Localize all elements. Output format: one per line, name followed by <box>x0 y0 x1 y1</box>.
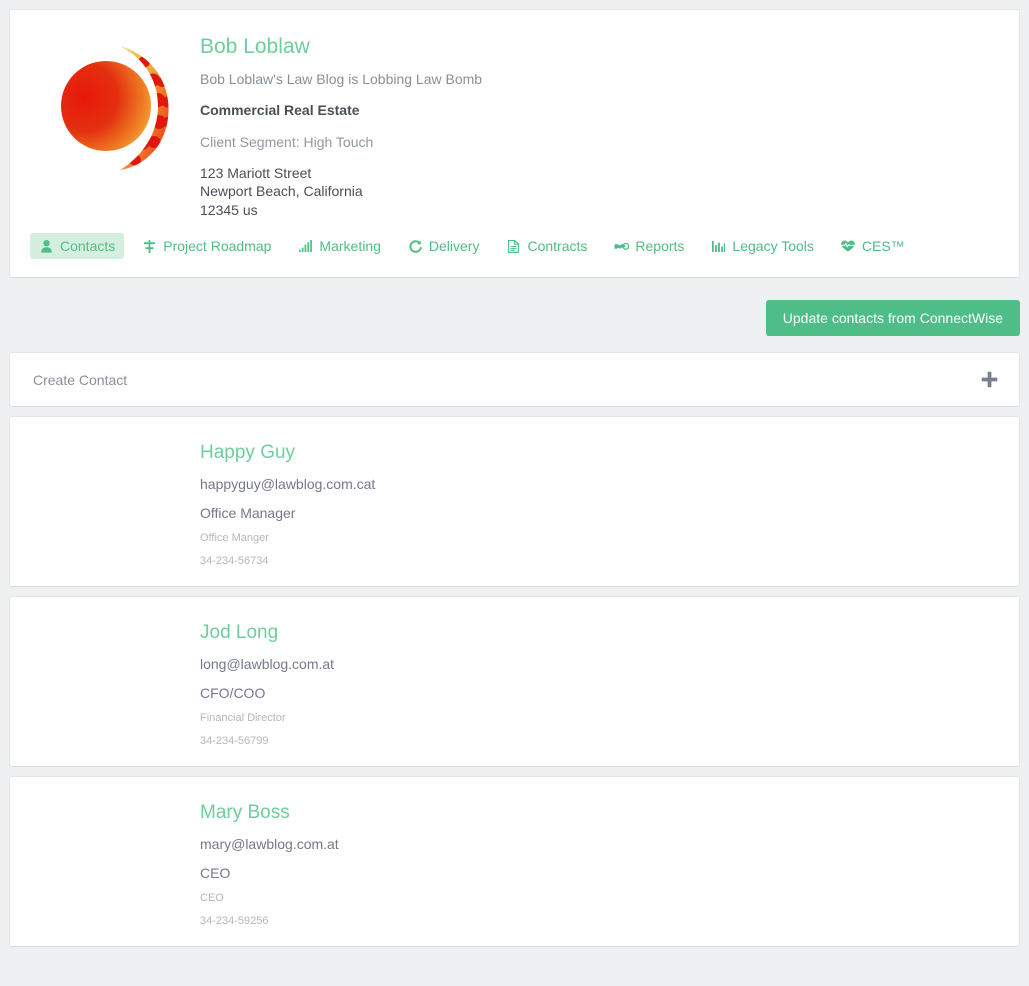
tab-label: Delivery <box>428 238 480 255</box>
tab-ces[interactable]: CES™ <box>832 233 914 259</box>
sitemap-icon <box>142 239 157 253</box>
tab-project-roadmap[interactable]: Project Roadmap <box>133 233 280 259</box>
action-row: Update contacts from ConnectWise <box>0 278 1029 352</box>
company-sphere-logo <box>60 46 169 170</box>
contact-info: Jod Long long@lawblog.com.at CFO/COO Fin… <box>200 620 999 748</box>
create-contact-label: Create Contact <box>33 371 128 388</box>
section-tabs: Contacts Project Roadmap Marketing Deliv… <box>10 219 1019 277</box>
plus-icon[interactable] <box>981 371 998 388</box>
signal-icon <box>298 239 313 253</box>
handshake-icon <box>614 239 630 253</box>
contact-phone: 34-234-59256 <box>200 914 269 927</box>
tab-marketing[interactable]: Marketing <box>289 233 389 259</box>
company-tagline: Bob Loblaw's Law Blog is Lobbing Law Bom… <box>200 71 483 88</box>
create-contact-panel[interactable]: Create Contact <box>9 352 1020 408</box>
contact-phone: 34-234-56734 <box>200 554 269 567</box>
tab-label: Legacy Tools <box>732 238 814 255</box>
contact-info: Mary Boss mary@lawblog.com.at CEO CEO 34… <box>200 800 999 928</box>
contact-card[interactable]: Happy Guy happyguy@lawblog.com.cat Offic… <box>9 416 1020 588</box>
tab-contracts[interactable]: Contracts <box>497 233 596 259</box>
address-line-1: 123 Mariott Street <box>200 164 312 181</box>
contact-title: CFO/COO <box>200 685 266 702</box>
user-icon <box>39 239 54 253</box>
company-logo-container <box>30 32 200 172</box>
contacts-page: Bob Loblaw Bob Loblaw's Law Blog is Lobb… <box>0 9 1029 948</box>
tab-label: Reports <box>635 238 685 255</box>
contact-title: CEO <box>200 865 231 882</box>
contact-email: mary@lawblog.com.at <box>200 835 339 852</box>
tab-label: Contracts <box>527 238 588 255</box>
tab-legacy-tools[interactable]: Legacy Tools <box>702 233 822 259</box>
contact-subtitle: Office Manger <box>200 532 269 545</box>
contact-card[interactable]: Mary Boss mary@lawblog.com.at CEO CEO 34… <box>9 776 1020 948</box>
contact-info: Happy Guy happyguy@lawblog.com.cat Offic… <box>200 440 999 568</box>
heartbeat-icon <box>841 239 856 253</box>
file-text-icon <box>506 239 521 253</box>
company-name: Bob Loblaw <box>200 35 310 58</box>
bar-chart-icon <box>711 239 726 253</box>
tab-delivery[interactable]: Delivery <box>399 233 489 259</box>
contact-name: Mary Boss <box>200 802 290 824</box>
tab-label: Project Roadmap <box>163 238 272 255</box>
tab-contacts[interactable]: Contacts <box>30 233 125 260</box>
tab-reports[interactable]: Reports <box>605 233 693 259</box>
update-contacts-button[interactable]: Update contacts from ConnectWise <box>765 300 1020 337</box>
company-header-card: Bob Loblaw Bob Loblaw's Law Blog is Lobb… <box>9 9 1020 279</box>
contact-name: Happy Guy <box>200 442 296 464</box>
contact-title: Office Manager <box>200 505 296 522</box>
contact-subtitle: CEO <box>200 892 224 905</box>
contact-email: happyguy@lawblog.com.cat <box>200 475 376 492</box>
contact-subtitle: Financial Director <box>200 712 286 725</box>
company-address: 123 Mariott Street Newport Beach, Califo… <box>200 164 999 219</box>
contact-name: Jod Long <box>200 622 279 644</box>
address-line-2: Newport Beach, California <box>200 183 363 200</box>
contact-card[interactable]: Jod Long long@lawblog.com.at CFO/COO Fin… <box>9 596 1020 768</box>
address-line-3: 12345 us <box>200 201 258 218</box>
tab-label: CES™ <box>861 238 905 255</box>
refresh-icon <box>408 239 423 253</box>
tab-label: Marketing <box>319 238 381 255</box>
tab-label: Contacts <box>60 238 116 255</box>
company-segment: Client Segment: High Touch <box>200 133 374 150</box>
contact-email: long@lawblog.com.at <box>200 655 335 672</box>
contact-phone: 34-234-56799 <box>200 734 269 747</box>
company-industry: Commercial Real Estate <box>200 102 360 119</box>
company-body: Bob Loblaw Bob Loblaw's Law Blog is Lobb… <box>10 10 1019 219</box>
company-info: Bob Loblaw Bob Loblaw's Law Blog is Lobb… <box>200 32 999 219</box>
